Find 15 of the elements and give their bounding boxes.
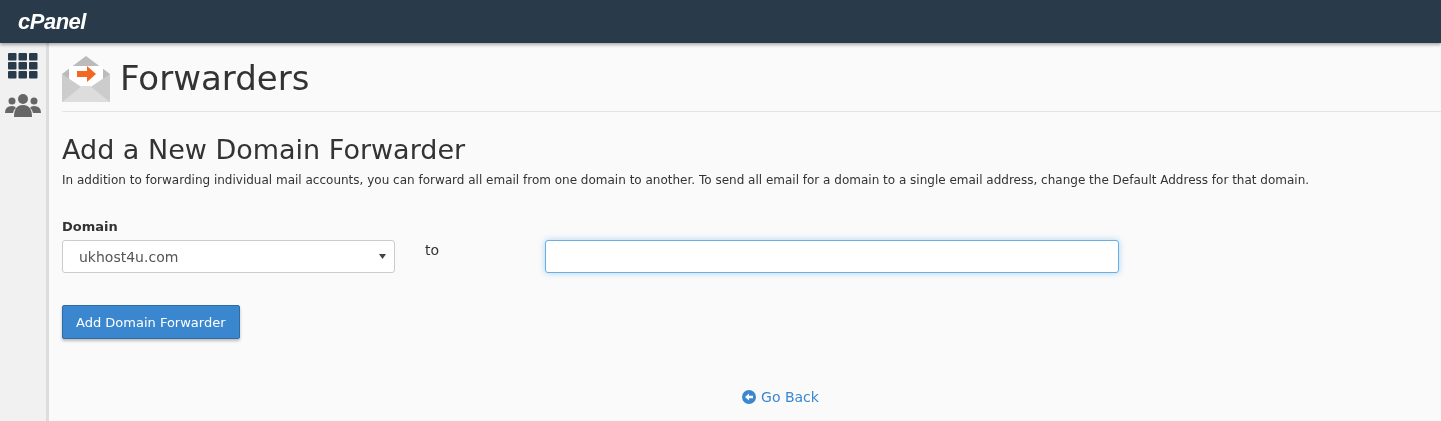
page-title: Forwarders — [120, 58, 310, 98]
domain-select[interactable]: ukhost4u.com — [62, 240, 395, 273]
envelope-icon — [62, 54, 110, 102]
users-icon[interactable] — [5, 93, 41, 117]
go-back-link[interactable]: Go Back — [742, 389, 819, 405]
caret-icon — [379, 254, 386, 259]
to-label: to — [425, 242, 441, 258]
destination-input[interactable] — [545, 240, 1119, 273]
arrow-left-circle-icon — [742, 390, 757, 404]
domain-label: Domain — [62, 219, 119, 234]
add-domain-forwarder-button[interactable]: Add Domain Forwarder — [62, 305, 240, 339]
section-description: In addition to forwarding individual mail accounts, you can forward all email from one domain to another. To send all email for a domain to a single email address, change the Default Address for that domain. — [62, 173, 1311, 187]
section-heading: Add a New Domain Forwarder — [62, 134, 467, 165]
logo[interactable]: cPanel — [18, 8, 86, 35]
grid-icon[interactable] — [8, 53, 38, 79]
